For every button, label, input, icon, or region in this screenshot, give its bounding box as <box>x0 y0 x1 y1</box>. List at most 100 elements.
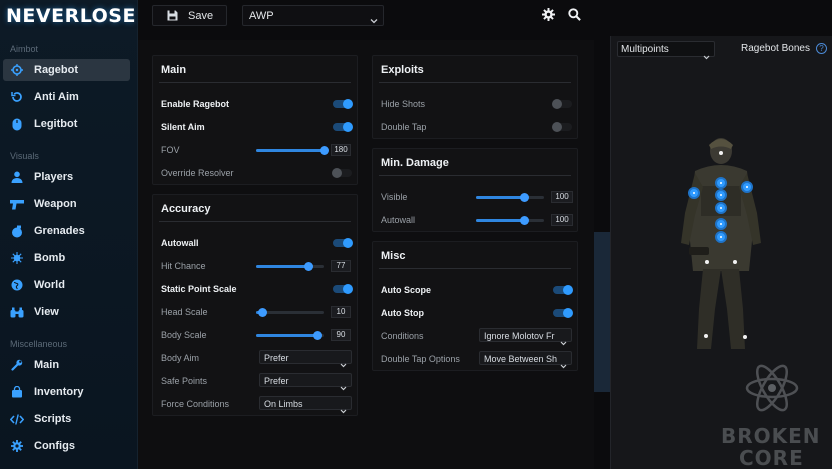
toggle-knob <box>563 308 573 318</box>
head-scale-value: 10 <box>331 306 351 318</box>
config-select[interactable]: AWP <box>242 5 384 26</box>
sidebar-item-label: Weapon <box>34 198 77 210</box>
hit-chance-slider[interactable] <box>256 262 324 271</box>
hide-shots-toggle[interactable] <box>552 99 572 109</box>
conditions-label: Conditions <box>381 331 424 341</box>
wrench-icon <box>10 358 24 372</box>
double-tap-toggle[interactable] <box>552 122 572 132</box>
auto-stop-toggle[interactable] <box>553 308 573 318</box>
body-scale-label: Body Scale <box>161 330 207 340</box>
visible-damage-value: 100 <box>551 191 573 203</box>
sidebar-item-main[interactable]: Main <box>3 354 130 376</box>
panel-title: Min. Damage <box>381 157 449 169</box>
fov-value: 180 <box>331 144 351 156</box>
multipoints-select-value: Multipoints <box>621 44 669 55</box>
autowall-damage-slider[interactable] <box>476 216 544 225</box>
code-icon <box>10 412 24 426</box>
chevron-down-icon <box>703 47 710 65</box>
sidebar-item-configs[interactable]: Configs <box>3 435 130 457</box>
visible-damage-slider[interactable] <box>476 193 544 202</box>
chevron-down-icon <box>340 355 347 373</box>
double-tap-options-dropdown[interactable]: Move Between Sh <box>479 351 572 369</box>
static-point-scale-toggle[interactable] <box>333 284 353 294</box>
section-label-visuals: Visuals <box>10 151 39 161</box>
fov-slider[interactable] <box>256 146 329 155</box>
bone-point[interactable] <box>733 260 737 264</box>
search-icon[interactable] <box>568 8 582 22</box>
misc-panel: Misc Auto Scope Auto Stop Conditions Ign… <box>372 241 578 371</box>
autowall-toggle[interactable] <box>333 238 353 248</box>
hitbox-point[interactable] <box>741 181 753 193</box>
toggle-knob <box>343 238 353 248</box>
sidebar-item-weapon[interactable]: Weapon <box>3 193 130 215</box>
slider-thumb[interactable] <box>312 331 322 340</box>
watermark-line1: BROKEN <box>721 424 821 448</box>
sidebar-item-world[interactable]: World <box>3 274 130 296</box>
dropdown-value: Prefer <box>264 376 289 386</box>
slider-thumb[interactable] <box>520 193 530 202</box>
bone-point[interactable] <box>719 151 723 155</box>
grenade-icon <box>10 224 24 238</box>
hitbox-point[interactable] <box>715 202 727 214</box>
enable-ragebot-toggle[interactable] <box>333 99 353 109</box>
force-conditions-label: Force Conditions <box>161 399 230 409</box>
sidebar-item-bomb[interactable]: Bomb <box>3 247 130 269</box>
safe-points-dropdown[interactable]: Prefer <box>259 373 352 391</box>
sidebar-item-players[interactable]: Players <box>3 166 130 188</box>
hide-shots-label: Hide Shots <box>381 99 426 109</box>
sidebar-item-ragebot[interactable]: Ragebot <box>3 59 130 81</box>
slider-thumb[interactable] <box>258 308 268 317</box>
scrollbar-track[interactable] <box>594 232 610 392</box>
hitbox-point[interactable] <box>715 177 727 189</box>
section-label-aimbot: Aimbot <box>10 44 39 54</box>
sidebar-item-grenades[interactable]: Grenades <box>3 220 130 242</box>
chevron-down-icon <box>340 378 347 396</box>
panel-title: Accuracy <box>161 203 211 215</box>
slider-thumb[interactable] <box>520 216 530 225</box>
slider-thumb[interactable] <box>319 146 329 155</box>
bone-point[interactable] <box>705 260 709 264</box>
panel-divider <box>379 268 571 269</box>
hitbox-point[interactable] <box>715 189 727 201</box>
accuracy-panel: Accuracy Autowall Hit Chance 77 Static P… <box>152 194 358 416</box>
sidebar-item-label: Anti Aim <box>34 91 79 103</box>
help-icon[interactable]: ? <box>816 43 827 54</box>
chevron-down-icon <box>560 356 567 374</box>
sidebar-item-anti-aim[interactable]: Anti Aim <box>3 86 130 108</box>
dropdown-value: On Limbs <box>264 399 303 409</box>
sidebar-item-view[interactable]: View <box>3 301 130 323</box>
dropdown-value: Move Between Sh <box>484 354 558 364</box>
bone-point[interactable] <box>704 334 708 338</box>
silent-aim-toggle[interactable] <box>333 122 353 132</box>
auto-scope-toggle[interactable] <box>553 285 573 295</box>
bag-icon <box>10 385 24 399</box>
hitbox-point[interactable] <box>688 187 700 199</box>
body-scale-slider[interactable] <box>256 331 324 340</box>
rotate-icon <box>10 90 24 104</box>
toggle-knob <box>343 99 353 109</box>
force-conditions-dropdown[interactable]: On Limbs <box>259 396 352 414</box>
sidebar-item-label: Bomb <box>34 252 66 264</box>
save-button[interactable]: Save <box>152 5 227 26</box>
toggle-knob <box>332 168 342 178</box>
override-resolver-toggle[interactable] <box>332 168 352 178</box>
double-tap-options-label: Double Tap Options <box>381 354 460 364</box>
settings-gear-icon[interactable] <box>542 8 556 22</box>
sidebar-item-label: View <box>34 306 59 318</box>
slider-fill <box>476 219 525 222</box>
hitbox-point[interactable] <box>715 218 727 230</box>
atom-logo <box>745 364 799 412</box>
sidebar-item-legitbot[interactable]: Legitbot <box>3 113 130 135</box>
toggle-knob <box>552 99 562 109</box>
multipoints-select[interactable]: Multipoints <box>617 41 715 60</box>
slider-fill <box>256 265 309 268</box>
sidebar-item-inventory[interactable]: Inventory <box>3 381 130 403</box>
bone-point[interactable] <box>743 335 747 339</box>
conditions-dropdown[interactable]: Ignore Molotov Fr <box>479 328 572 346</box>
sidebar-item-scripts[interactable]: Scripts <box>3 408 130 430</box>
hitbox-point[interactable] <box>715 231 727 243</box>
slider-thumb[interactable] <box>303 262 313 271</box>
slider-fill <box>256 149 324 152</box>
head-scale-slider[interactable] <box>256 308 324 317</box>
body-aim-dropdown[interactable]: Prefer <box>259 350 352 368</box>
